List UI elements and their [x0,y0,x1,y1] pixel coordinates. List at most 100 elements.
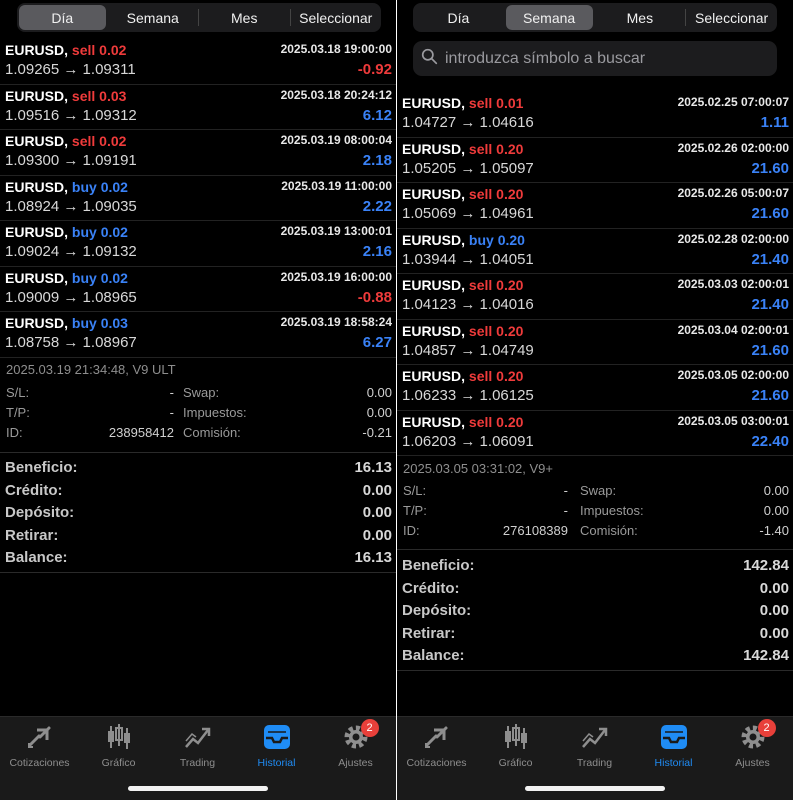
tab-trading[interactable]: Trading [555,723,634,775]
trade-row[interactable]: EURUSD, buy 0.03 2025.03.19 18:58:24 1.087… [0,312,396,358]
summary-label: Beneficio: [5,459,78,476]
divider [397,549,793,550]
segment-divider [289,9,291,26]
segment-mes[interactable]: Mes [201,5,288,30]
summary-value: 16.13 [354,549,392,566]
trade-row[interactable]: EURUSD, buy 0.02 2025.03.19 11:00:00 1.089… [0,176,396,221]
summary-value: 0.00 [759,579,789,597]
trade-row[interactable]: EURUSD, sell 0.20 2025.03.03 02:00:01 1.04… [397,274,793,320]
search-input[interactable] [445,49,765,68]
tab-cotizaciones[interactable]: Cotizaciones [0,723,79,775]
trade-row[interactable]: EURUSD, buy 0.02 2025.03.19 13:00:01 1.090… [0,221,396,267]
trade-symbol: EURUSD, buy 0.20 [402,232,525,248]
trade-row[interactable]: EURUSD, sell 0.03 2025.03.18 20:24:12 1.09… [0,85,396,130]
gear-icon: 2 [341,719,379,751]
tab-historial[interactable]: Historial [634,723,713,775]
symbol-name: EURUSD, [402,231,466,248]
trade-row[interactable]: EURUSD, buy 0.20 2025.02.28 02:00:00 1.039… [397,229,793,274]
tab-trading[interactable]: Trading [158,723,237,775]
segment-mes[interactable]: Mes [597,5,684,30]
trade-symbol: EURUSD, buy 0.02 [5,224,128,240]
search-icon [421,48,438,70]
symbol-name: EURUSD, [402,413,466,430]
tab-gráfico[interactable]: Gráfico [79,723,158,775]
symbol-name: EURUSD, [5,42,69,58]
account-summary: Beneficio: 142.84 Crédito: 0.00 Depósito: 0.0… [397,555,793,668]
trade-row[interactable]: EURUSD, sell 0.02 2025.03.18 19:00:00 1.09… [0,39,396,85]
summary-row: Beneficio: 142.84 [397,555,793,578]
trade-row[interactable]: EURUSD, sell 0.20 2025.03.05 02:00:00 1.06… [397,365,793,411]
tab-historial[interactable]: Historial [237,723,316,775]
segment-divider [198,9,199,26]
summary-row: Depósito: 0.00 [397,600,793,623]
tab-gráfico[interactable]: Gráfico [476,723,555,775]
summary-row: Balance: 16.13 [0,547,396,570]
trade-row[interactable]: EURUSD, sell 0.20 2025.03.05 03:00:01 1.06… [397,411,793,456]
trade-prices: 1.09265 → 1.09311 [5,61,136,78]
summary-value: 0.00 [362,526,392,544]
segment-seleccionar[interactable]: Seleccionar [688,5,775,30]
id-label: ID: [6,425,23,440]
trade-row[interactable]: EURUSD, buy 0.02 2025.03.19 16:00:00 1.090… [0,267,396,312]
trade-profit: 2.22 [362,197,392,215]
summary-label: Depósito: [402,602,472,619]
segment-seleccionar[interactable]: Seleccionar [293,5,380,30]
symbol-name: EURUSD, [5,87,69,104]
commission-value: -1.40 [759,523,789,538]
trade-prices: 1.04727 → 1.04616 [402,114,534,131]
tab-label: Gráfico [498,757,533,769]
segment-dia[interactable]: Día [19,5,106,30]
trade-profit: 21.60 [751,205,789,222]
tab-ajustes[interactable]: 2 Ajustes [316,719,395,775]
symbol-name: EURUSD, [402,322,466,339]
trade-side: sell [468,186,493,202]
trade-lots: 0.20 [496,322,524,339]
segment-semana[interactable]: Semana [110,5,197,30]
trade-row[interactable]: EURUSD, sell 0.20 2025.03.04 02:00:01 1.04… [397,320,793,365]
trade-prices: 1.08758 → 1.08967 [5,334,137,351]
tp-value: - [169,405,174,420]
trade-side: sell [71,133,96,149]
swap-label: Swap: [580,483,617,498]
trade-side: sell [71,42,96,58]
trade-side: buy [71,315,97,331]
trade-row[interactable]: EURUSD, sell 0.02 2025.03.19 08:00:04 1.09… [0,130,396,176]
sl-value: - [169,385,174,400]
trade-row[interactable]: EURUSD, sell 0.20 2025.02.26 02:00:00 1.05… [397,138,793,183]
trade-row[interactable]: EURUSD, sell 0.20 2025.02.26 05:00:07 1.05… [397,183,793,229]
trade-side: sell [468,95,493,111]
symbol-name: EURUSD, [5,178,69,195]
tax-value: 0.00 [366,405,392,420]
trade-time: 2025.03.18 19:00:00 [280,42,392,56]
summary-value: 142.84 [743,647,789,664]
trade-time: 2025.02.26 02:00:00 [677,140,789,155]
trade-time: 2025.03.19 18:58:24 [280,315,392,329]
trade-time: 2025.03.19 16:00:00 [280,269,392,284]
trade-profit: -0.92 [357,61,392,78]
summary-value: 0.00 [759,602,789,619]
tab-cotizaciones[interactable]: Cotizaciones [397,723,476,775]
segment-dia[interactable]: Día [415,5,502,30]
tab-label: Cotizaciones [406,757,467,769]
summary-label: Balance: [5,549,68,566]
segment-semana[interactable]: Semana [505,5,593,30]
period-selector: Día Semana Mes Seleccionar [17,3,381,32]
tp-value: - [563,503,568,518]
tab-label: Historial [654,757,693,769]
swap-value: 0.00 [366,385,392,400]
tab-ajustes[interactable]: 2 Ajustes [713,719,792,775]
trade-time: 2025.03.19 11:00:00 [281,178,392,193]
trade-side: sell [468,140,493,157]
trade-profit: 21.40 [751,296,789,313]
trade-side: sell [468,413,493,430]
trade-lots: 0.01 [496,95,524,111]
home-indicator [525,786,665,791]
commission-label: Comisión: [183,425,241,440]
period-selector: Día Semana Mes Seleccionar [413,3,777,32]
trade-prices: 1.09009 → 1.08965 [5,288,137,306]
symbol-search-bar[interactable] [413,41,777,76]
trade-prices: 1.09024 → 1.09132 [5,243,137,260]
trade-profit: 6.27 [362,334,392,351]
trade-profit: 2.16 [362,243,392,260]
trade-row[interactable]: EURUSD, sell 0.01 2025.02.25 07:00:07 1.04… [397,92,793,138]
